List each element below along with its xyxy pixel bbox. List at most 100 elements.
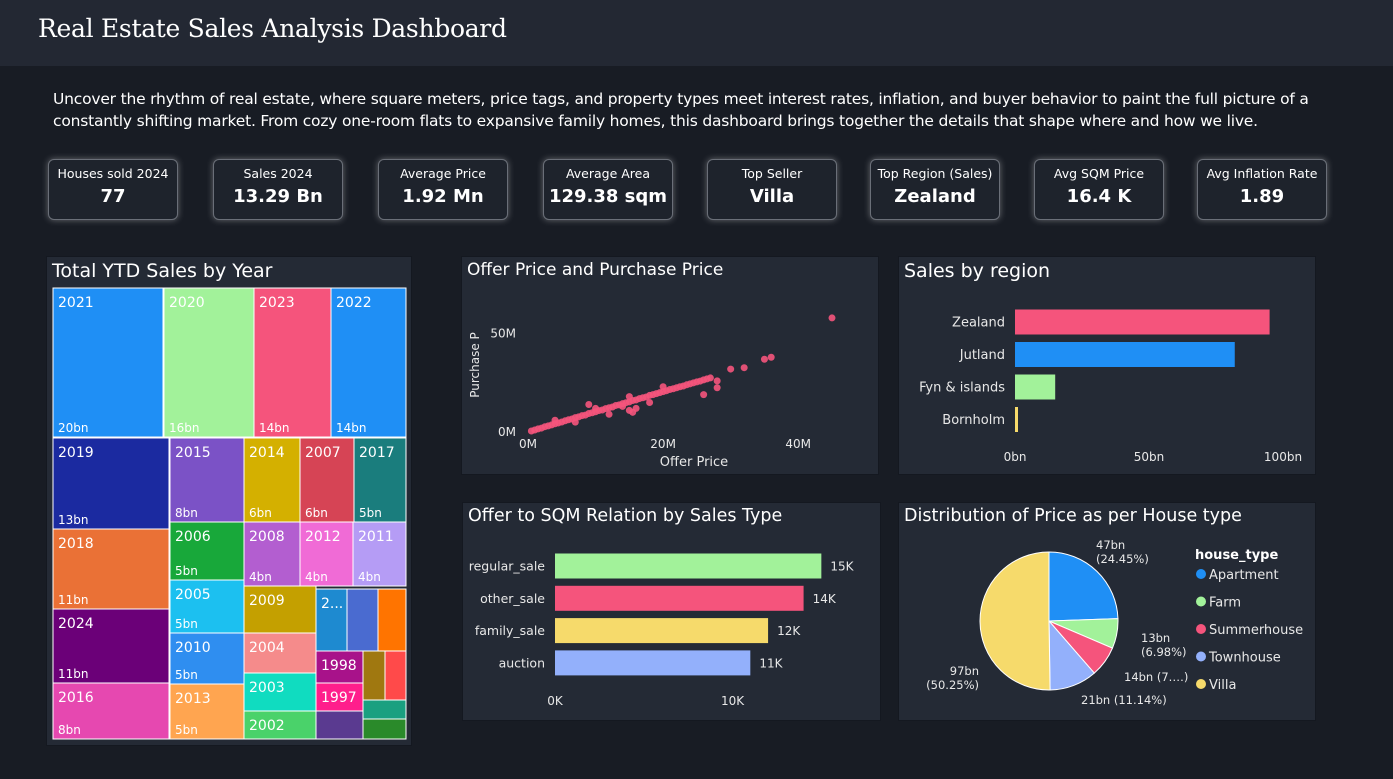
legend-item: Villa bbox=[1209, 678, 1236, 693]
kpi-value: 1.89 bbox=[1239, 186, 1285, 207]
legend-swatch bbox=[1196, 651, 1206, 662]
data-label: 12K bbox=[777, 624, 801, 638]
treemap-tile-label: 2024 bbox=[58, 616, 94, 632]
scatter-point bbox=[571, 418, 579, 426]
treemap-tile-label: 2... bbox=[321, 596, 343, 612]
treemap-tile-label: 1997 bbox=[321, 690, 357, 706]
treemap-tile-label: 2005 bbox=[175, 587, 211, 603]
kpi-value: 77 bbox=[100, 186, 126, 207]
treemap-tile-label: 2002 bbox=[249, 718, 285, 734]
category-label: auction bbox=[499, 655, 545, 670]
kpi-label: Average Area bbox=[565, 166, 651, 181]
kpi-card: Average Price 1.92 Mn bbox=[378, 159, 508, 220]
scatter-point bbox=[828, 314, 836, 322]
pie-slice-label: 21bn (11.14%) bbox=[1081, 693, 1167, 707]
treemap-tile-label: 2016 bbox=[58, 690, 94, 706]
kpi-label: Sales 2024 bbox=[243, 166, 313, 181]
kpi-card: Avg Inflation Rate 1.89 bbox=[1197, 159, 1327, 220]
pie-slice-label: (6.98%) bbox=[1141, 645, 1187, 659]
bar bbox=[555, 585, 804, 611]
treemap-chart: 2021 20bn 2020 16bn 2023 14bn 2022 14bn 2019 13bn… bbox=[52, 287, 407, 740]
pie-slice-label: 47bn bbox=[1096, 538, 1125, 552]
x-tick-label: 40M bbox=[785, 437, 811, 451]
scatter-point bbox=[659, 383, 667, 391]
legend-item: Summerhouse bbox=[1209, 623, 1303, 638]
kpi-label: Avg SQM Price bbox=[1053, 166, 1145, 181]
scatter-point bbox=[727, 365, 735, 373]
kpi-card: Sales 2024 13.29 Bn bbox=[213, 159, 343, 220]
pie-slice bbox=[979, 551, 1051, 691]
kpi-card: Top Seller Villa bbox=[707, 159, 837, 220]
treemap-tile-value: 6bn bbox=[305, 506, 328, 520]
treemap-tile-label: 2012 bbox=[305, 529, 341, 545]
x-tick-label: 50bn bbox=[1134, 450, 1165, 464]
treemap-tile-value: 6bn bbox=[249, 506, 272, 520]
kpi-value: 16.4 K bbox=[1066, 186, 1132, 207]
treemap-tile-value: 8bn bbox=[175, 506, 198, 520]
pie-panel: Distribution of Price as per House type … bbox=[898, 502, 1316, 721]
bar bbox=[555, 650, 751, 676]
treemap-tile-value: 16bn bbox=[169, 421, 200, 435]
scatter-point bbox=[619, 402, 627, 410]
treemap-tile-label: 2010 bbox=[175, 640, 211, 656]
treemap-tile bbox=[377, 588, 407, 652]
category-label: family_sale bbox=[475, 623, 545, 638]
treemap-tile-value: 14bn bbox=[336, 421, 367, 435]
pie-slice-label: (24.45%) bbox=[1096, 552, 1149, 566]
treemap-tile-value: 11bn bbox=[58, 593, 89, 607]
treemap-tile-label: 2014 bbox=[249, 445, 285, 461]
treemap-tile-label: 2022 bbox=[336, 295, 372, 311]
scatter-point bbox=[713, 377, 721, 385]
bar bbox=[555, 618, 769, 644]
scatter-point bbox=[605, 410, 613, 418]
legend-swatch bbox=[1196, 679, 1206, 689]
scatter-point bbox=[700, 391, 708, 399]
treemap-tile-label: 1998 bbox=[321, 658, 357, 674]
treemap-tile-value: 4bn bbox=[249, 570, 272, 584]
pie-slice-label: 13bn bbox=[1141, 631, 1170, 645]
region-panel: Sales by region Zealand Jutland Fyn & isla… bbox=[898, 256, 1316, 475]
kpi-label: Top Region (Sales) bbox=[877, 166, 993, 181]
scatter-point bbox=[740, 364, 748, 372]
kpi-label: Average Price bbox=[400, 166, 486, 181]
kpi-label: Avg Inflation Rate bbox=[1206, 166, 1318, 181]
pie-slice-label: (50.25%) bbox=[926, 678, 979, 692]
scatter-panel: Offer Price and Purchase Price 0M 20M 40M 0… bbox=[461, 256, 879, 475]
app-header: Real Estate Sales Analysis Dashboard bbox=[0, 0, 1393, 66]
treemap-tile-label: 2013 bbox=[175, 691, 211, 707]
scatter-chart: 0M 20M 40M 0M 50M Offer Price Purchase P bbox=[468, 314, 836, 470]
scatter-point bbox=[592, 404, 600, 412]
scatter-point bbox=[713, 384, 721, 392]
scatter-point bbox=[625, 393, 633, 401]
kpi-value: 1.92 Mn bbox=[402, 186, 484, 207]
treemap-tile-label: 2021 bbox=[58, 295, 94, 311]
treemap-tile bbox=[346, 588, 379, 652]
kpi-value: 129.38 sqm bbox=[548, 186, 668, 207]
treemap-tile-value: 5bn bbox=[175, 723, 198, 737]
legend-item: Apartment bbox=[1209, 568, 1279, 583]
treemap-tile-label: 2009 bbox=[249, 593, 285, 609]
scatter-point bbox=[760, 355, 768, 363]
x-tick-label: 0bn bbox=[1004, 450, 1027, 464]
kpi-card: Avg SQM Price 16.4 K bbox=[1034, 159, 1164, 220]
data-label: 14K bbox=[813, 592, 837, 606]
treemap-tile-value: 5bn bbox=[175, 668, 198, 682]
kpi-value: 13.29 Bn bbox=[233, 186, 323, 207]
x-tick-label: 100bn bbox=[1264, 450, 1302, 464]
bar bbox=[1015, 374, 1056, 400]
bar bbox=[1015, 407, 1018, 432]
legend-swatch bbox=[1196, 569, 1206, 579]
treemap-tile-label: 2015 bbox=[175, 445, 211, 461]
treemap-tile-label: 2018 bbox=[58, 536, 94, 552]
treemap-tile bbox=[384, 650, 407, 701]
treemap-tile-value: 4bn bbox=[305, 570, 328, 584]
pie-chart: 47bn(24.45%) 13bn(6.98%) 14bn (7.…) 21bn (1… bbox=[926, 538, 1303, 707]
x-tick-label: 20M bbox=[650, 437, 676, 451]
bar bbox=[1015, 342, 1235, 367]
scatter-point bbox=[706, 374, 714, 382]
treemap-tile-value: 14bn bbox=[259, 421, 290, 435]
y-axis-label: Purchase P bbox=[468, 332, 482, 398]
treemap-tile-label: 2011 bbox=[358, 529, 394, 545]
kpi-card: Houses sold 2024 77 bbox=[48, 159, 178, 220]
treemap-tile-value: 5bn bbox=[359, 506, 382, 520]
